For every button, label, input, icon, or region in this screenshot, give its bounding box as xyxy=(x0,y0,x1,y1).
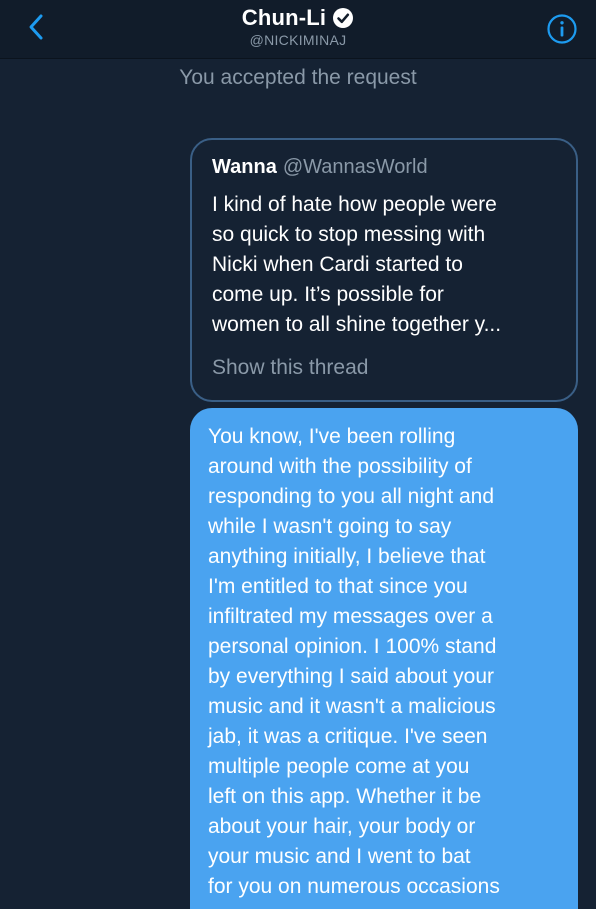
quoted-tweet-author-name: Wanna xyxy=(212,156,277,178)
request-accepted-notice: You accepted the request xyxy=(179,66,417,89)
quoted-tweet-author-handle: @WannasWorld xyxy=(282,156,428,178)
outgoing-message-bubble[interactable]: You know, I've been rolling around with … xyxy=(190,408,578,909)
quoted-tweet-header: Wanna @WannasWorld xyxy=(212,154,556,180)
quoted-tweet-card[interactable]: Wanna @WannasWorld I kind of hate how peo… xyxy=(190,138,578,402)
info-icon xyxy=(547,14,577,44)
contact-name: Chun-Li xyxy=(241,5,327,30)
conversation-header: Chun-Li @NICKIMINAJ xyxy=(0,0,596,59)
info-button[interactable] xyxy=(546,13,578,45)
conversation-title-block[interactable]: Chun-Li @NICKIMINAJ xyxy=(0,5,596,48)
contact-handle: @NICKIMINAJ xyxy=(249,32,347,48)
title-row: Chun-Li xyxy=(242,5,354,31)
quoted-tweet-text: I kind of hate how people were so quick … xyxy=(212,193,502,336)
show-thread-link[interactable]: Show this thread xyxy=(212,356,556,380)
dm-conversation-screen: Chun-Li @NICKIMINAJ You accepted the req… xyxy=(0,0,596,909)
verified-badge-icon xyxy=(333,8,354,28)
message-text: You know, I've been rolling around with … xyxy=(208,425,500,898)
